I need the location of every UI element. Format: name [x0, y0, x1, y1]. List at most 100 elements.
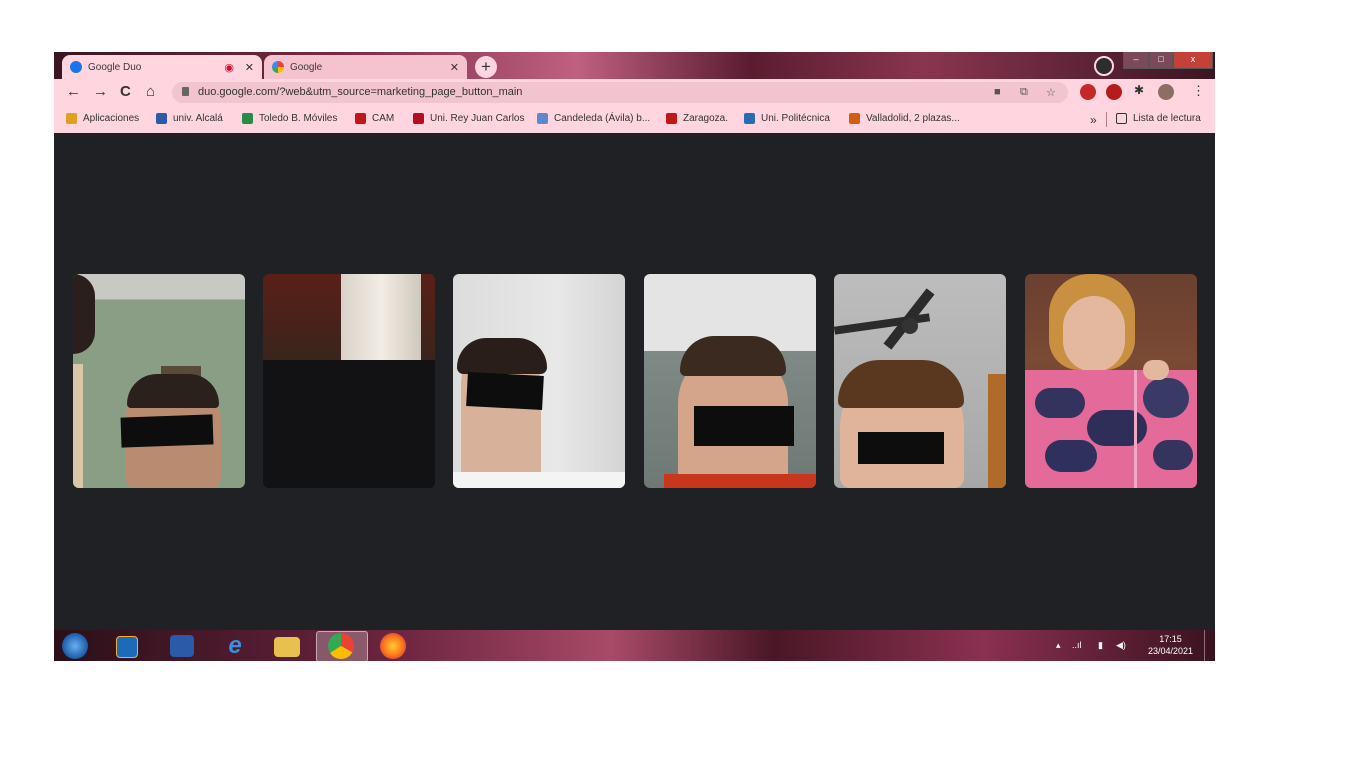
word-icon[interactable]: [170, 635, 194, 657]
artwork-shape: [1035, 388, 1085, 418]
privacy-redaction-bar: [466, 372, 544, 410]
url-text: duo.google.com/?web&utm_source=marketing…: [198, 86, 523, 98]
media-player-icon[interactable]: [116, 636, 138, 658]
privacy-redaction-bar: [120, 414, 214, 448]
door-frame: [73, 364, 83, 488]
participant-video-5[interactable]: [834, 274, 1006, 488]
bank-icon: [537, 113, 548, 124]
back-button[interactable]: ←: [66, 83, 81, 100]
address-bar[interactable]: duo.google.com/?web&utm_source=marketing…: [172, 82, 1068, 103]
lock-icon: [182, 87, 189, 96]
participant-video-6[interactable]: [1025, 274, 1197, 488]
browser-toolbar: ← → C ⌂ duo.google.com/?web&utm_source=m…: [54, 79, 1215, 107]
bookmark-valladolid[interactable]: Valladolid, 2 plazas...: [849, 113, 960, 124]
close-tab-icon[interactable]: ✕: [450, 61, 459, 74]
maximize-button[interactable]: □: [1149, 52, 1173, 69]
close-tab-icon[interactable]: ✕: [245, 61, 254, 74]
profile-avatar-icon[interactable]: [1158, 84, 1174, 100]
file-explorer-icon[interactable]: [274, 637, 300, 657]
participant-video-2[interactable]: [263, 274, 435, 488]
participant-video-3[interactable]: [453, 274, 625, 488]
hair: [127, 374, 219, 408]
bookmark-aplicaciones[interactable]: Aplicaciones: [66, 113, 139, 124]
bookmark-cam[interactable]: CAM: [355, 113, 394, 124]
fan-hub: [902, 318, 918, 334]
zaragoza-icon: [666, 113, 677, 124]
red-shirt: [664, 474, 816, 488]
artwork-fold: [1134, 370, 1137, 488]
home-button[interactable]: ⌂: [146, 83, 155, 100]
upm-icon: [744, 113, 755, 124]
puzzle-icon[interactable]: ✱: [1134, 83, 1144, 97]
tab-google[interactable]: Google ✕: [264, 55, 467, 79]
bookmark-zaragoza[interactable]: Zaragoza.: [666, 113, 728, 124]
tab-title: Google Duo: [88, 61, 142, 73]
volume-icon[interactable]: ◀): [1116, 640, 1126, 651]
participant-video-4[interactable]: [644, 274, 816, 488]
clock-time: 17:15: [1159, 634, 1182, 644]
shirt: [453, 472, 625, 488]
reload-button[interactable]: C: [120, 83, 131, 100]
google-icon: [272, 61, 284, 73]
new-tab-button[interactable]: +: [475, 56, 497, 78]
artwork-paper: [1025, 370, 1197, 488]
urjc-icon: [413, 113, 424, 124]
tab-google-duo[interactable]: Google Duo ◉ ✕: [62, 55, 262, 79]
star-icon[interactable]: ☆: [1046, 86, 1056, 99]
reading-list-button[interactable]: Lista de lectura: [1116, 113, 1201, 124]
duo-icon: [70, 61, 82, 73]
close-window-button[interactable]: x: [1173, 52, 1213, 69]
participant-video-1[interactable]: [73, 274, 245, 488]
forward-button[interactable]: →: [93, 83, 108, 100]
bookmark-candeleda[interactable]: Candeleda (Ávila) b...: [537, 113, 650, 124]
clock-date: 23/04/2021: [1147, 646, 1193, 656]
wood-panel: [988, 374, 1006, 488]
duo-call-area: [54, 133, 1215, 630]
extension-red-icon[interactable]: [1080, 84, 1096, 100]
bookmark-urjc[interactable]: Uni. Rey Juan Carlos: [413, 113, 524, 124]
bookmark-upm[interactable]: Uni. Politécnica: [744, 113, 830, 124]
bookmarks-divider: [1106, 112, 1107, 127]
network-signal-icon[interactable]: ..ıl: [1072, 640, 1082, 650]
privacy-redaction-bar: [694, 406, 794, 446]
adblock-icon[interactable]: [1106, 84, 1122, 100]
share-icon[interactable]: ⧉: [1020, 86, 1028, 99]
hand: [1143, 360, 1169, 380]
artwork-shape: [1153, 440, 1193, 470]
bookmarks-overflow-button[interactable]: »: [1090, 113, 1097, 127]
university-icon: [156, 113, 167, 124]
reading-list-icon: [1116, 113, 1127, 124]
person-edge: [73, 274, 95, 354]
profile-icon[interactable]: [1094, 56, 1114, 76]
show-hidden-icons-button[interactable]: ▴: [1056, 640, 1061, 651]
hair: [457, 338, 547, 374]
window-controls: – □ x: [1123, 52, 1213, 69]
menu-icon[interactable]: ⋮: [1192, 83, 1205, 99]
windows-taskbar: e ▴ ..ıl ▮ ◀) 17:15 23/04/2021: [54, 630, 1215, 661]
chrome-icon[interactable]: [328, 633, 354, 659]
show-desktop-button[interactable]: [1204, 630, 1215, 661]
windows-start-icon[interactable]: [62, 633, 88, 659]
tab-title: Google: [290, 61, 323, 73]
sofa-shadow: [263, 360, 435, 488]
battery-icon[interactable]: ▮: [1098, 640, 1103, 651]
bookmark-univ-alcala[interactable]: univ. Alcalá: [156, 113, 223, 124]
cam-icon: [355, 113, 366, 124]
system-clock[interactable]: 17:15 23/04/2021: [1148, 633, 1193, 657]
internet-explorer-icon[interactable]: e: [222, 634, 248, 658]
bookmarks-bar: Aplicaciones univ. Alcalá Toledo B. Móvi…: [54, 107, 1215, 134]
privacy-redaction-bar: [858, 432, 944, 464]
video-camera-icon[interactable]: ■: [994, 86, 1001, 98]
apps-grid-icon: [66, 113, 77, 124]
firefox-icon[interactable]: [380, 633, 406, 659]
building-icon: [242, 113, 253, 124]
bookmark-toledo[interactable]: Toledo B. Móviles: [242, 113, 337, 124]
artwork-shape: [1045, 440, 1097, 472]
minimize-button[interactable]: –: [1123, 52, 1149, 69]
record-indicator-icon: ◉: [224, 61, 234, 74]
hair: [680, 336, 786, 376]
face: [1063, 296, 1125, 372]
artwork-shape: [1143, 378, 1189, 418]
title-bar: Google Duo ◉ ✕ Google ✕ + – □ x: [54, 52, 1215, 79]
artwork-shape: [1087, 410, 1147, 446]
